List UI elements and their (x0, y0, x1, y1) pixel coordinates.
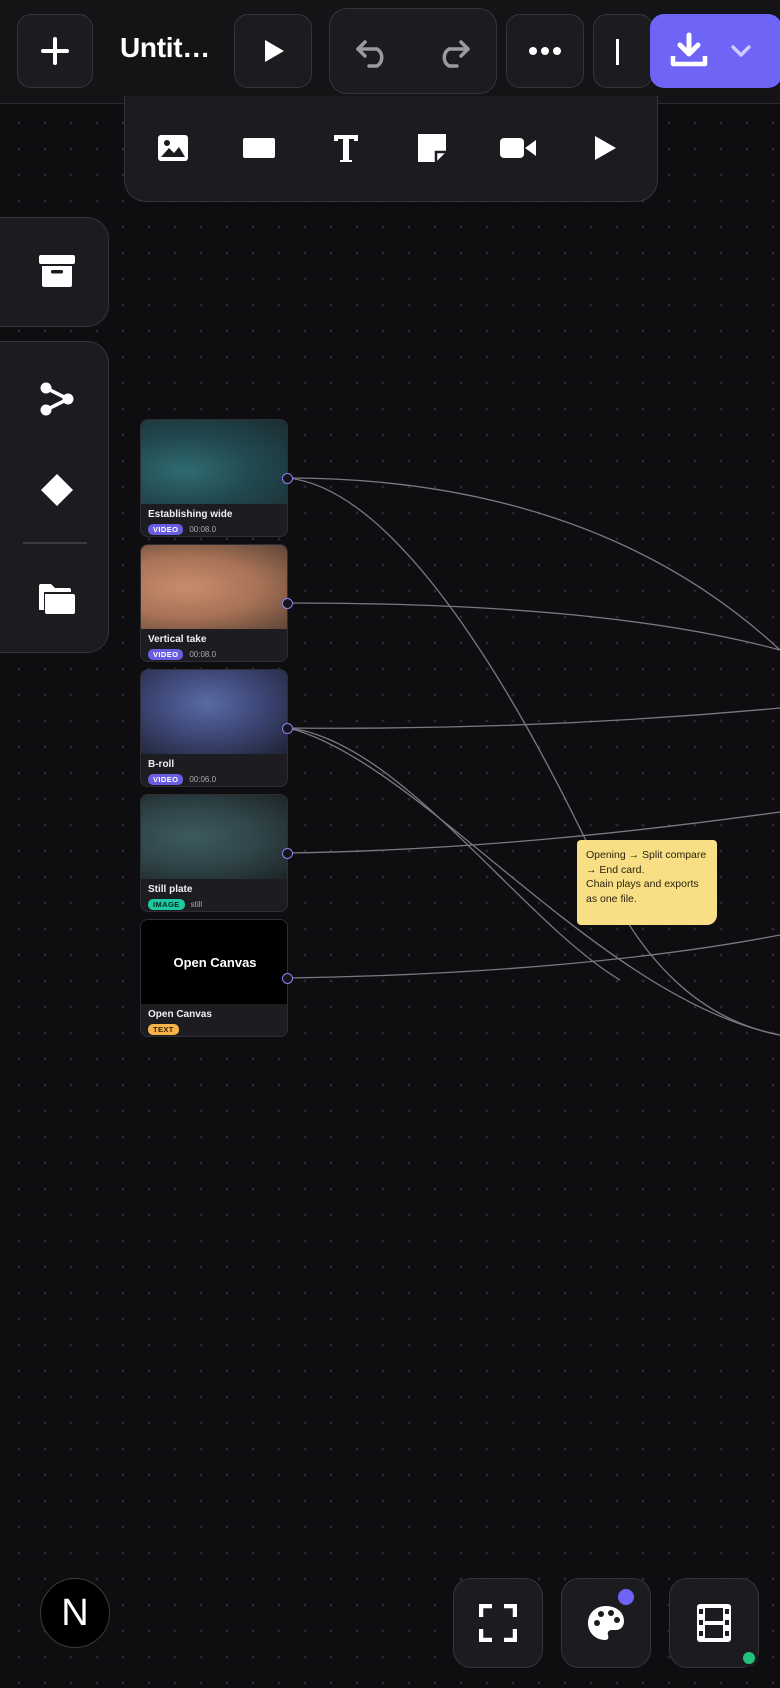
left-rail-library (0, 217, 109, 327)
film-icon (697, 1604, 731, 1642)
node-type-badge: IMAGE (148, 899, 185, 910)
export-button[interactable] (650, 14, 780, 88)
overflow-toolbar-item[interactable] (593, 14, 653, 88)
sticky-note-line: Chain plays and exports (586, 878, 699, 890)
media-node[interactable]: Still plate IMAGE still (140, 794, 288, 912)
media-node[interactable]: Vertical take VIDEO 00:08.0 (140, 544, 288, 662)
node-type-badge: TEXT (148, 1024, 179, 1035)
insert-playback-button[interactable] (577, 128, 633, 168)
sticky-note-line: Opening → Split compare (586, 849, 707, 861)
node-name: Open Canvas (148, 1009, 212, 1020)
node-thumbnail (141, 545, 287, 629)
archive-icon (39, 255, 75, 287)
palette-icon (588, 1606, 624, 1640)
sticky-note-line: → End card. (586, 863, 645, 876)
node-output-port[interactable] (282, 723, 293, 734)
insert-toolbar (124, 96, 658, 202)
node-duration: still (190, 900, 203, 909)
node-thumbnail: Open Canvas (141, 920, 287, 1004)
text-node[interactable]: Open Canvas Open Canvas TEXT (140, 919, 288, 1037)
fullscreen-button[interactable] (453, 1578, 543, 1668)
top-toolbar: Untit… (0, 0, 780, 104)
undo-button[interactable] (348, 27, 398, 77)
text-node-preview: Open Canvas (173, 954, 257, 970)
insert-text-button[interactable] (318, 128, 374, 168)
node-name: Vertical take (148, 634, 207, 645)
project-title[interactable]: Untit… (120, 32, 210, 64)
node-duration: 00:06.0 (189, 775, 217, 784)
theme-button[interactable] (561, 1578, 651, 1668)
insert-image-button[interactable] (145, 128, 201, 168)
add-button[interactable] (17, 14, 93, 88)
redo-icon (442, 40, 470, 68)
diamond-icon (41, 474, 73, 506)
sticky-note[interactable]: Opening → Split compare → End card. Chai… (577, 840, 717, 925)
connect-button[interactable] (29, 374, 85, 424)
text-icon (334, 135, 358, 162)
notification-dot (618, 1589, 634, 1605)
node-thumbnail (141, 420, 287, 504)
node-duration: 00:08.0 (189, 525, 217, 534)
timeline-button[interactable] (669, 1578, 759, 1668)
sticky-note-line: as one file. (586, 892, 637, 905)
left-rail-tools (0, 341, 109, 653)
keyframe-button[interactable] (29, 465, 85, 515)
history-group (329, 8, 497, 94)
add-icon (41, 37, 69, 65)
share-nodes-icon (40, 382, 74, 416)
node-duration: 00:08.0 (189, 650, 217, 659)
assets-folder-button[interactable] (29, 574, 85, 624)
media-node[interactable]: B-roll VIDEO 00:06.0 (140, 669, 288, 787)
rail-divider (23, 542, 87, 544)
node-output-port[interactable] (282, 973, 293, 984)
redo-button[interactable] (428, 27, 478, 77)
app-logo-button[interactable]: N (40, 1578, 110, 1648)
node-thumbnail (141, 795, 287, 879)
archive-button[interactable] (29, 246, 85, 296)
node-output-port[interactable] (282, 598, 293, 609)
node-output-port[interactable] (282, 848, 293, 859)
rectangle-icon (243, 138, 275, 158)
node-name: Establishing wide (148, 509, 233, 520)
insert-rectangle-button[interactable] (231, 128, 287, 168)
chevron-down-icon[interactable] (730, 44, 752, 58)
insert-sticky-button[interactable] (404, 128, 460, 168)
video-icon (500, 138, 536, 158)
media-node[interactable]: Establishing wide VIDEO 00:08.0 (140, 419, 288, 537)
more-button[interactable] (506, 14, 584, 88)
play-icon (265, 40, 284, 62)
node-output-port[interactable] (282, 473, 293, 484)
node-name: B-roll (148, 759, 175, 770)
sticky-note-icon (418, 134, 446, 162)
status-online-dot (740, 1649, 758, 1667)
fullscreen-icon (479, 1604, 517, 1642)
node-type-badge: VIDEO (148, 649, 184, 660)
download-icon (670, 32, 708, 67)
image-icon (158, 135, 188, 161)
node-type-badge: VIDEO (148, 774, 184, 785)
undo-icon (356, 40, 384, 68)
folder-icon (39, 584, 75, 614)
logo-letter: N (61, 1591, 89, 1634)
more-icon (529, 47, 561, 55)
node-thumbnail (141, 670, 287, 754)
node-type-badge: VIDEO (148, 524, 184, 535)
play-icon (595, 136, 616, 160)
play-button[interactable] (234, 14, 312, 88)
insert-video-button[interactable] (490, 128, 546, 168)
cursor-bar-icon (616, 39, 619, 65)
node-name: Still plate (148, 884, 193, 895)
